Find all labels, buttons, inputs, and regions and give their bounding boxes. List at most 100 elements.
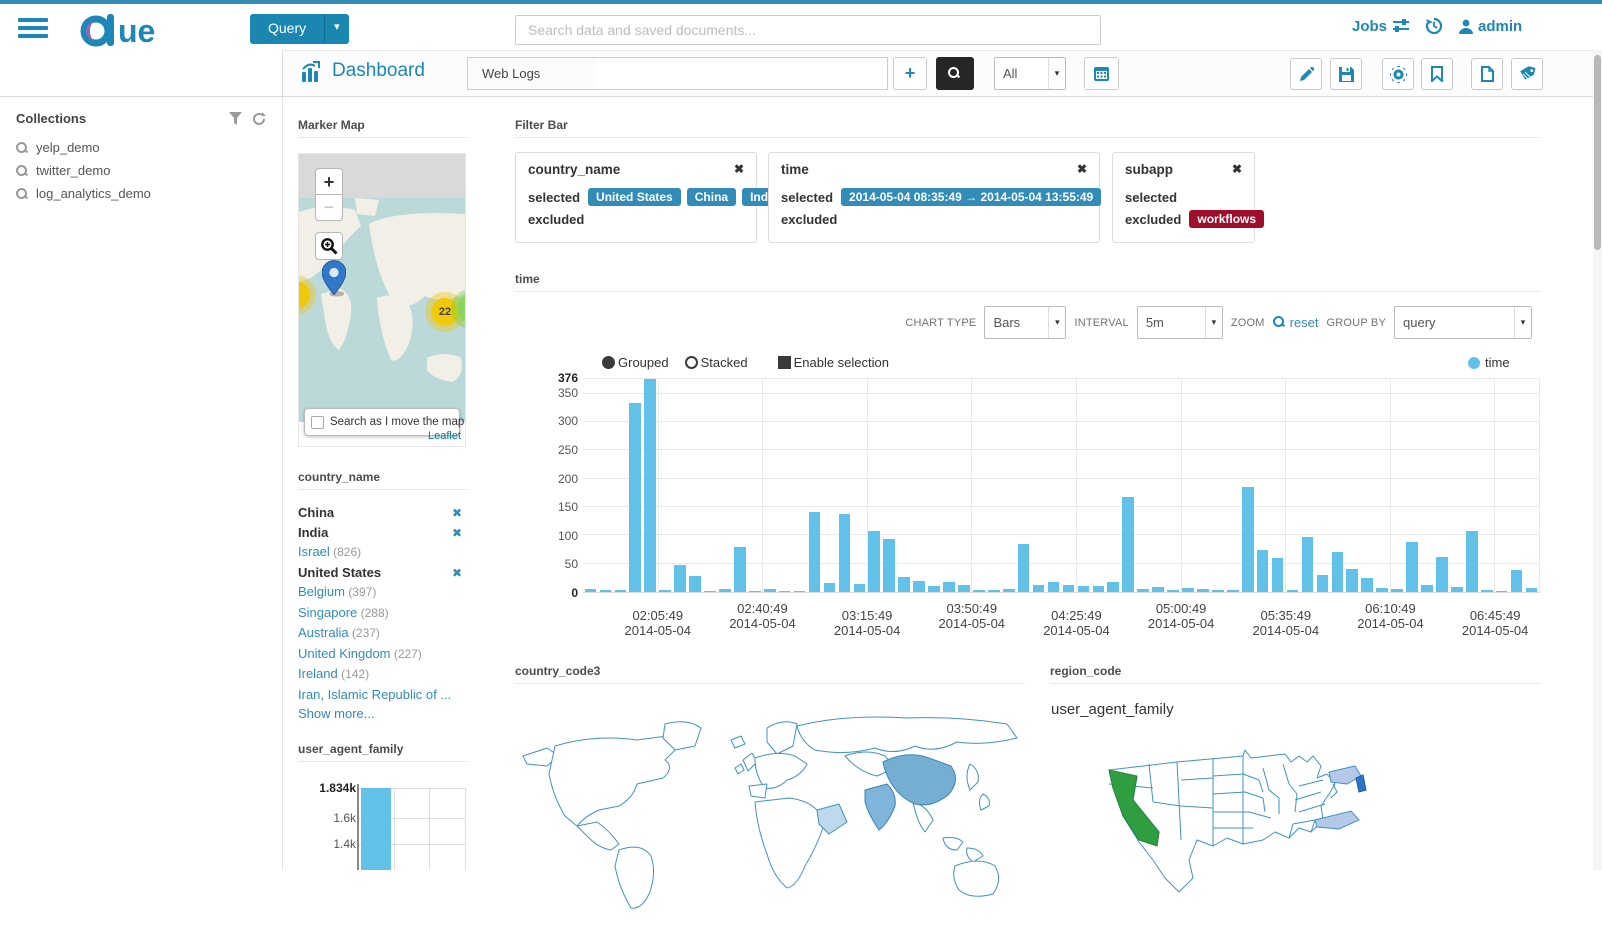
x-tick-time: 03:50:49 (946, 601, 998, 616)
settings-button[interactable] (1382, 58, 1414, 90)
leaflet-attribution-link[interactable]: Leaflet (428, 430, 461, 442)
user-menu[interactable]: admin (1459, 18, 1522, 35)
facet-link[interactable]: Israel (298, 544, 330, 559)
map-zoom-in-button[interactable]: + (315, 168, 343, 195)
group-by-select[interactable]: query ▾ (1394, 306, 1532, 339)
collection-item[interactable]: twitter_demo (0, 159, 282, 182)
sidebar-toolbar (0, 50, 283, 135)
jobs-link[interactable]: Jobs (1352, 18, 1410, 35)
grouped-radio[interactable]: Grouped (602, 355, 669, 370)
scope-select[interactable]: All ▾ (994, 57, 1066, 90)
history-icon[interactable] (1425, 17, 1443, 35)
facet-selected-label[interactable]: China (298, 505, 334, 520)
new-document-button[interactable] (1471, 58, 1503, 90)
selected-label: selected (1125, 189, 1178, 205)
remove-facet-icon[interactable]: ✖ (452, 504, 462, 524)
gridline (429, 788, 431, 870)
hamburger-menu-icon[interactable] (18, 18, 48, 40)
close-icon[interactable]: ✖ (1077, 162, 1087, 177)
time-bar (1212, 590, 1224, 592)
date-range-button[interactable] (1084, 57, 1119, 90)
selected-value-pill[interactable]: China (686, 188, 737, 206)
time-bar (898, 576, 910, 592)
time-bar (1256, 549, 1269, 592)
facet-link[interactable]: Australia (298, 625, 349, 640)
query-caret-icon[interactable]: ▾ (324, 14, 349, 44)
collection-item[interactable]: yelp_demo (0, 136, 282, 159)
page-scrollbar[interactable] (1593, 50, 1602, 870)
global-search-input[interactable] (515, 15, 1101, 45)
facet-link[interactable]: United Kingdom (298, 646, 391, 661)
close-icon[interactable]: ✖ (1232, 162, 1242, 177)
map-marker-pin[interactable] (322, 260, 346, 298)
marker-map[interactable]: 5222 + − Search as I move the map Leafle… (299, 154, 465, 446)
map-zoom-box-button[interactable] (315, 232, 343, 260)
search-icon (16, 164, 28, 177)
world-choropleth-map[interactable] (515, 698, 1020, 910)
facet-row: China ✖ (298, 503, 468, 523)
dashboard-query-input[interactable] (596, 57, 888, 90)
tag-icon (1519, 66, 1535, 80)
tags-button[interactable] (1511, 58, 1543, 90)
chart-type-value: Bars (993, 315, 1021, 330)
selected-value-pill[interactable]: United States (588, 188, 681, 206)
remove-facet-icon[interactable]: ✖ (452, 524, 462, 544)
save-dashboard-button[interactable] (1330, 58, 1362, 90)
facet-selected-label[interactable]: United States (298, 565, 381, 580)
query-button-label[interactable]: Query (250, 14, 325, 44)
x-tick-time: 06:10:49 (1365, 601, 1416, 616)
facet-row: United Kingdom (227) (298, 644, 468, 665)
time-bar (614, 590, 627, 592)
bookmark-button[interactable] (1421, 58, 1453, 90)
search-as-move-checkbox[interactable] (311, 415, 324, 429)
time-chart-plot[interactable] (583, 378, 1540, 593)
x-tick-date: 2014-05-04 (1043, 623, 1110, 638)
dashboard-title[interactable]: Dashboard (300, 60, 425, 82)
gridline (583, 449, 1539, 451)
chevron-down-icon: ▾ (1514, 307, 1531, 338)
interval-select[interactable]: 5m ▾ (1136, 306, 1223, 339)
excluded-value-pill[interactable]: workflows (1189, 210, 1265, 228)
time-bar (763, 589, 776, 592)
collection-item[interactable]: log_analytics_demo (0, 182, 282, 205)
facet-link[interactable]: Singapore (298, 605, 357, 620)
close-icon[interactable]: ✖ (734, 162, 744, 177)
time-chart-y-axis: 376 350 300 250 200 150 100 50 0 (536, 371, 578, 601)
facet-row: India ✖ (298, 523, 468, 543)
zoom-out-magnifier-icon[interactable] (1272, 316, 1286, 329)
facet-link[interactable]: Iran, Islamic Republic of ... (298, 687, 451, 702)
time-bar (659, 590, 671, 592)
filter-funnel-icon[interactable] (229, 112, 242, 125)
edit-dashboard-button[interactable] (1290, 58, 1322, 90)
facet-link[interactable]: Belgium (298, 584, 345, 599)
refresh-icon[interactable] (252, 111, 266, 126)
user-agent-mini-chart[interactable]: 1.834k 1.6k 1.4k (300, 780, 468, 870)
y-tick-label: 350 (557, 385, 578, 400)
time-series-legend[interactable]: time (1468, 355, 1510, 370)
search-execute-button[interactable] (936, 57, 974, 90)
remove-facet-icon[interactable]: ✖ (452, 564, 462, 584)
stacked-radio[interactable]: Stacked (684, 355, 748, 370)
collection-selector[interactable]: Web Logs (467, 57, 597, 90)
zoom-reset-link[interactable]: reset (1290, 315, 1319, 330)
add-query-button[interactable]: + (893, 57, 927, 90)
region-map-subtitle: user_agent_family (1051, 701, 1174, 718)
time-bar (868, 531, 881, 592)
facet-selected-label[interactable]: India (298, 525, 328, 540)
scrollbar-thumb[interactable] (1594, 55, 1601, 250)
divider (515, 683, 1025, 684)
show-more-link[interactable]: Show more... (298, 706, 375, 721)
zoom-in-label: + (323, 172, 335, 192)
chevron-down-icon: ▾ (1048, 307, 1066, 338)
enable-selection-checkbox[interactable]: Enable selection (777, 355, 889, 370)
selected-value-pill[interactable]: 2014-05-04 08:35:49 → 2014-05-04 13:55:4… (841, 188, 1102, 206)
time-bar (928, 585, 940, 592)
map-zoom-out-button[interactable]: − (315, 194, 343, 221)
facet-link[interactable]: Ireland (298, 666, 338, 681)
chevron-down-icon: ▾ (1204, 307, 1222, 338)
us-choropleth-map[interactable] (1093, 728, 1415, 928)
hue-logo[interactable]: ue (80, 12, 180, 48)
chart-type-select[interactable]: Bars ▾ (984, 306, 1067, 339)
country-facet-title: country_name (298, 470, 381, 484)
query-split-button[interactable]: Query ▾ (250, 14, 349, 44)
